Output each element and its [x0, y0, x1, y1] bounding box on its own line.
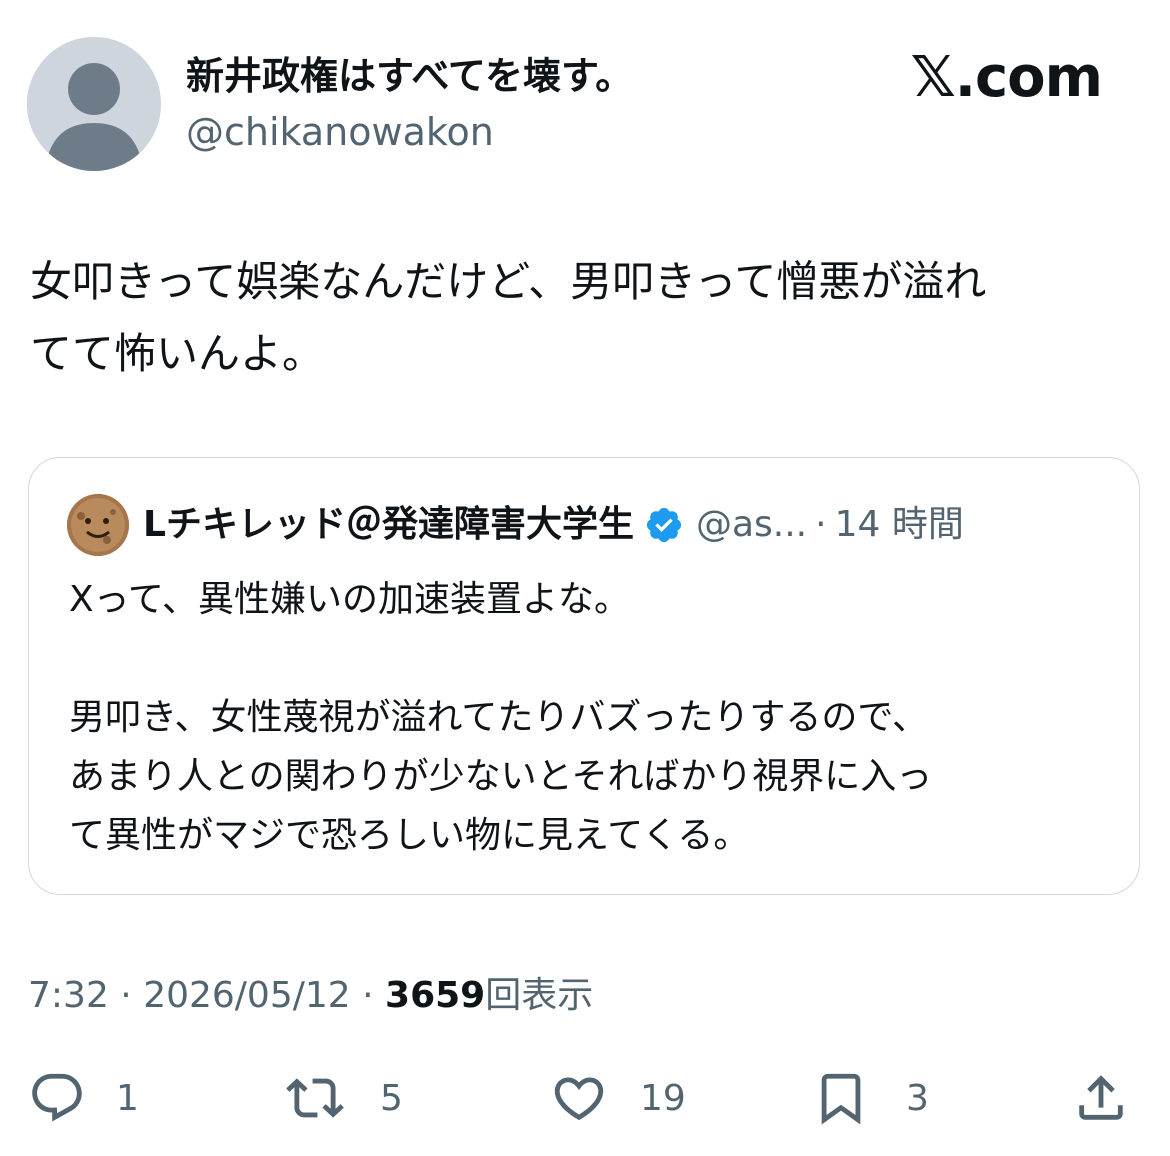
cookie-face-icon — [67, 494, 129, 556]
meta-separator: · — [108, 975, 144, 1016]
bookmark-button[interactable]: 3 — [812, 1058, 929, 1138]
share-button[interactable] — [1072, 1058, 1130, 1138]
share-icon — [1079, 1075, 1123, 1120]
author-display-name[interactable]: 新井政権はすべてを壊す。 — [186, 52, 633, 100]
reply-button[interactable]: 1 — [28, 1058, 139, 1138]
x-com-logo: 𝕏.com — [910, 45, 1103, 110]
quote-author-avatar[interactable] — [67, 494, 129, 556]
repost-icon — [286, 1078, 344, 1118]
bookmark-icon — [821, 1073, 861, 1125]
heart-icon — [554, 1077, 604, 1121]
default-user-icon — [27, 37, 161, 171]
author-avatar[interactable] — [27, 37, 161, 171]
bookmark-count: 3 — [906, 1077, 929, 1119]
meta-separator: · — [350, 975, 386, 1016]
quote-text: Xって、異性嫌いの加速装置よな。 男叩き、女性蔑視が溢れてたりバズったりするので… — [69, 579, 933, 856]
author-handle[interactable]: @chikanowakon — [186, 108, 494, 156]
views-count: 3659 — [385, 975, 486, 1016]
views-label: 回表示 — [485, 975, 594, 1016]
quote-author-name[interactable]: Lチキレッド＠発達障害大学生 — [143, 498, 634, 552]
reply-icon — [32, 1073, 82, 1122]
repost-button[interactable]: 5 — [286, 1058, 403, 1138]
quote-separator: · — [815, 504, 827, 545]
like-count: 19 — [640, 1077, 686, 1119]
quoted-tweet-card[interactable]: Lチキレッド＠発達障害大学生 @as... · 14 時間 Xって、異性嫌いの加… — [28, 457, 1140, 895]
tweet-meta: 7:32 · 2026/05/12 · 3659回表示 — [28, 966, 593, 1026]
quote-header: Lチキレッド＠発達障害大学生 @as... · 14 時間 — [143, 498, 964, 552]
quote-timestamp[interactable]: 14 時間 — [835, 498, 964, 552]
like-button[interactable]: 19 — [550, 1058, 686, 1138]
repost-count: 5 — [380, 1077, 403, 1119]
reply-count: 1 — [116, 1077, 139, 1119]
quote-author-handle[interactable]: @as... — [696, 498, 807, 552]
tweet-time[interactable]: 7:32 — [28, 975, 109, 1016]
tweet-text: 女叩きって娯楽なんだけど、男叩きって憎悪が溢れ てて怖いんよ。 — [30, 257, 987, 378]
tweet-date[interactable]: 2026/05/12 — [143, 975, 351, 1016]
action-bar: 1 5 19 3 — [0, 1058, 1170, 1138]
verified-badge-icon — [644, 505, 684, 545]
